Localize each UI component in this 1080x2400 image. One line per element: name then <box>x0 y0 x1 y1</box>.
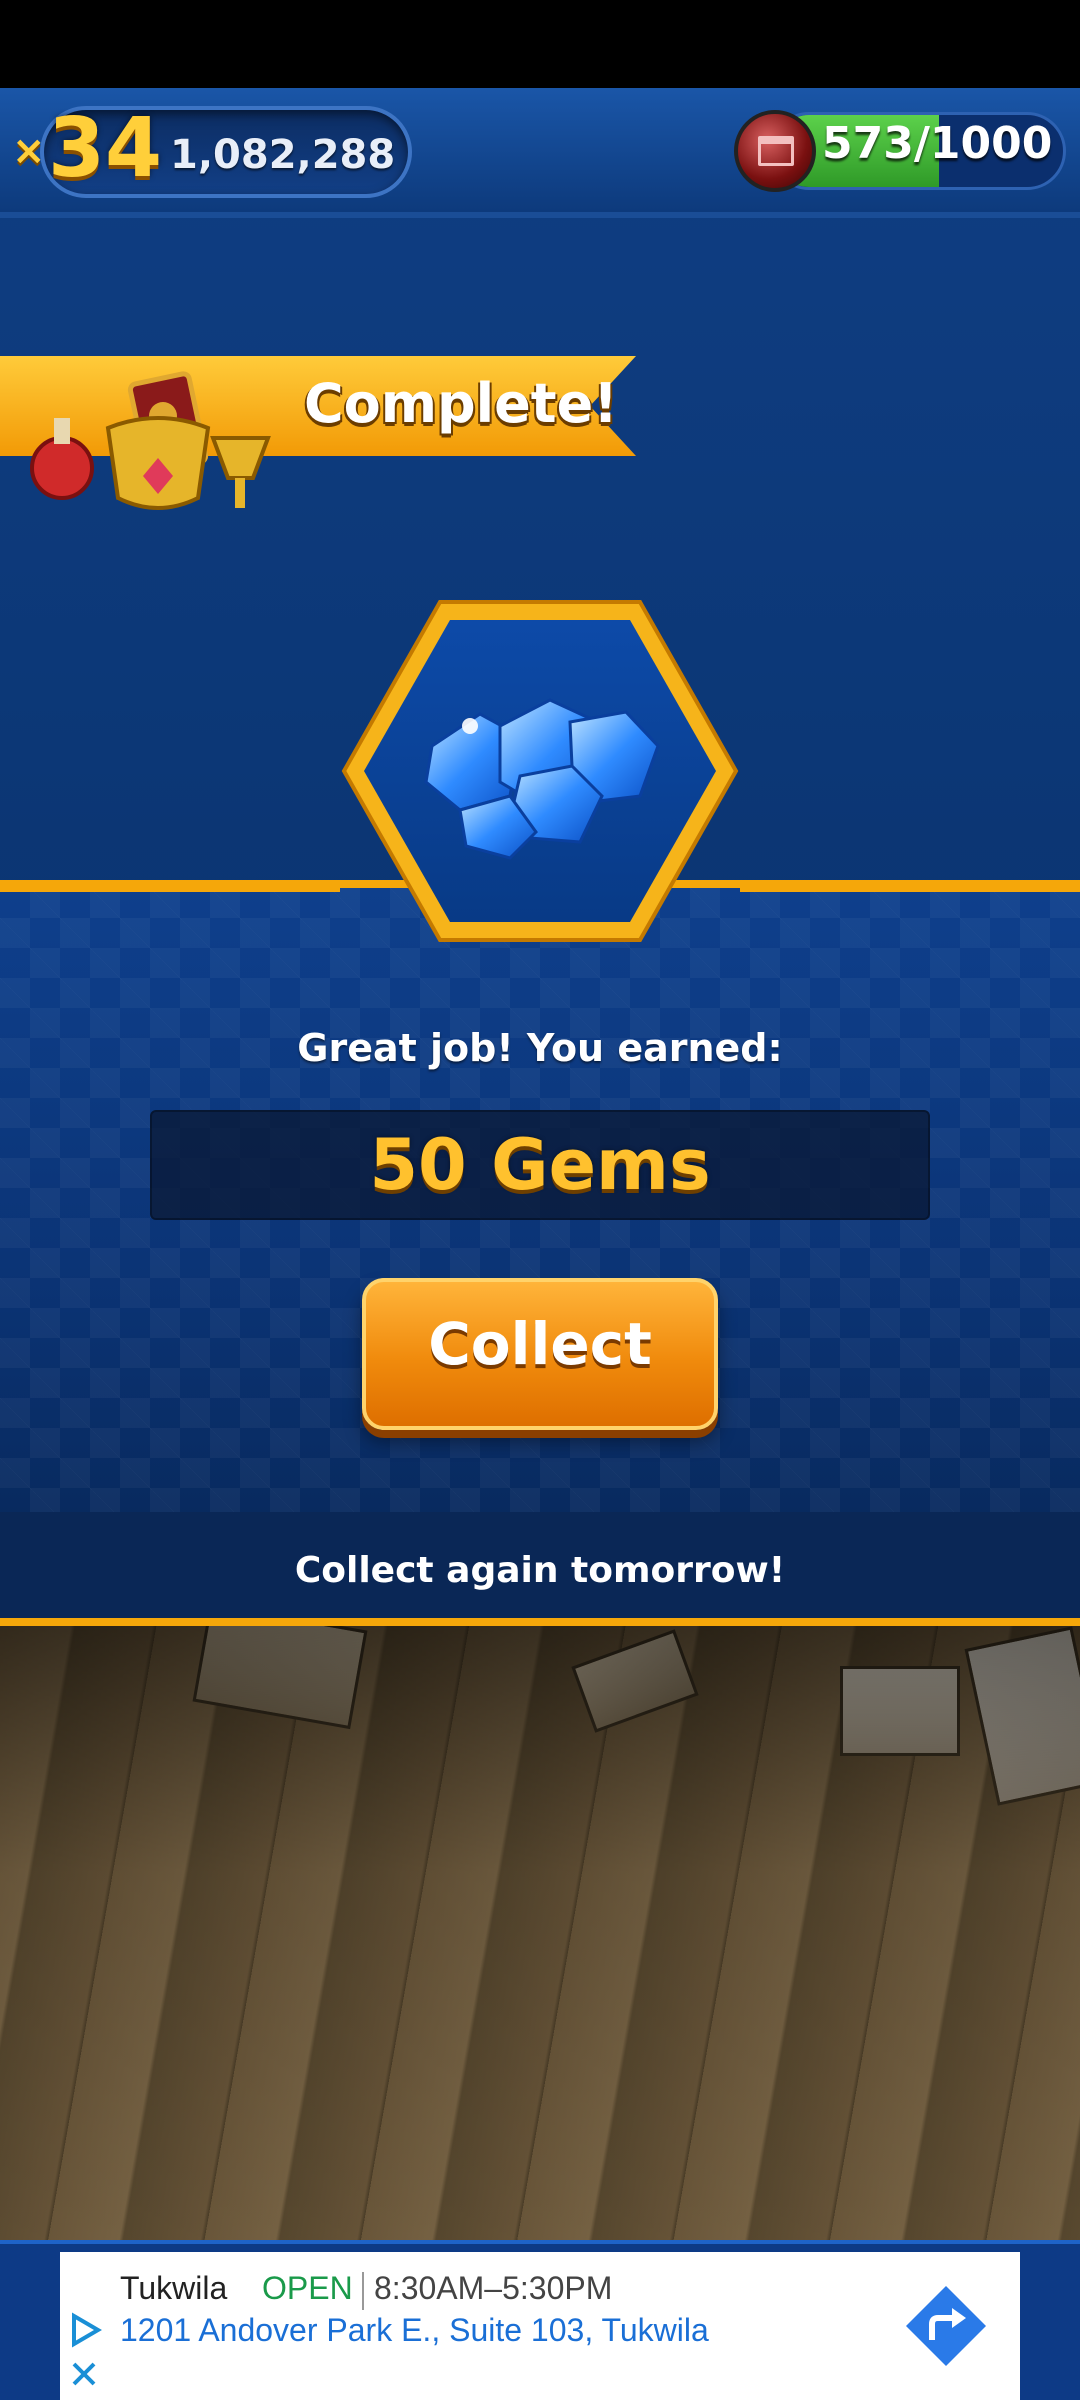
ad-business-name[interactable]: Tukwila <box>120 2270 227 2307</box>
energy-value: 573/1000 <box>822 118 1053 169</box>
game-floor-background <box>0 1626 1080 2240</box>
earned-label: Great job! You earned: <box>297 1026 783 1070</box>
score-value: 1,082,288 <box>170 132 396 178</box>
directions-icon[interactable] <box>904 2284 988 2368</box>
ad-choices-icon[interactable] <box>66 2312 102 2348</box>
ad-open-status: OPEN <box>262 2270 353 2306</box>
ad-address[interactable]: 1201 Andover Park E., Suite 103, Tukwila <box>120 2312 709 2349</box>
complete-title: Complete! <box>304 372 618 435</box>
divider <box>362 2272 364 2310</box>
divider <box>0 1618 1080 1626</box>
close-icon[interactable] <box>66 2356 102 2392</box>
collect-button-label: Collect <box>428 1310 652 1378</box>
status-bar <box>0 0 1080 88</box>
gems-icon <box>341 600 739 942</box>
relics-icon <box>30 371 271 510</box>
tomorrow-label: Collect again tomorrow! <box>294 1550 786 1591</box>
ad-hours: 8:30AM–5:30PM <box>374 2270 613 2306</box>
reward-amount: 50 Gems <box>369 1124 711 1206</box>
treasure-chest-icon <box>734 110 816 192</box>
score-multiplier: 34 <box>48 101 163 196</box>
multiplier-prefix: × <box>12 128 46 174</box>
top-hud: × 34 1,082,288 573/1000 <box>0 88 1080 218</box>
